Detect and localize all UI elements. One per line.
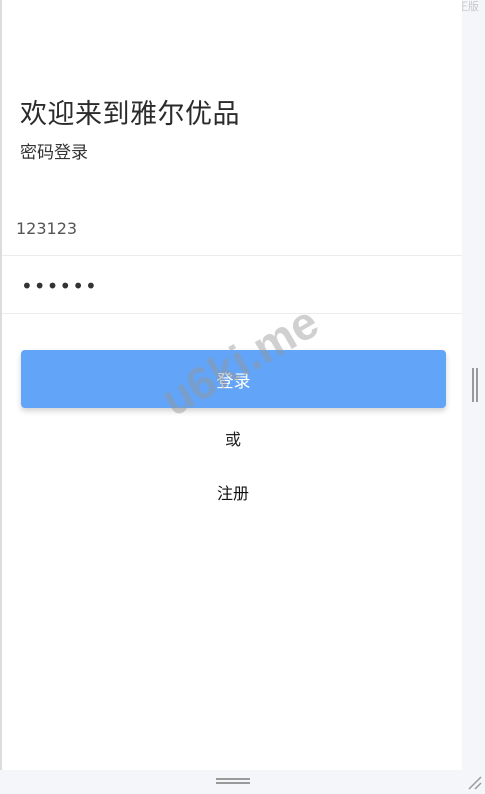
- login-button[interactable]: 登录: [21, 350, 446, 408]
- login-mode-label: 密码登录: [20, 143, 88, 163]
- login-page: 欢迎来到雅尔优品 密码登录 登录 或 注册 u6ki.me: [0, 0, 462, 770]
- username-field: [2, 200, 462, 256]
- username-input[interactable]: [16, 210, 446, 246]
- resize-grip-icon[interactable]: [466, 774, 482, 790]
- register-link[interactable]: 注册: [2, 480, 464, 504]
- or-divider-text: 或: [224, 430, 241, 449]
- horizontal-resize-handle[interactable]: [216, 778, 250, 784]
- page-title: 欢迎来到雅尔优品: [20, 99, 240, 130]
- vertical-resize-handle[interactable]: [472, 368, 478, 402]
- password-field: [2, 258, 462, 314]
- password-input[interactable]: [21, 268, 451, 304]
